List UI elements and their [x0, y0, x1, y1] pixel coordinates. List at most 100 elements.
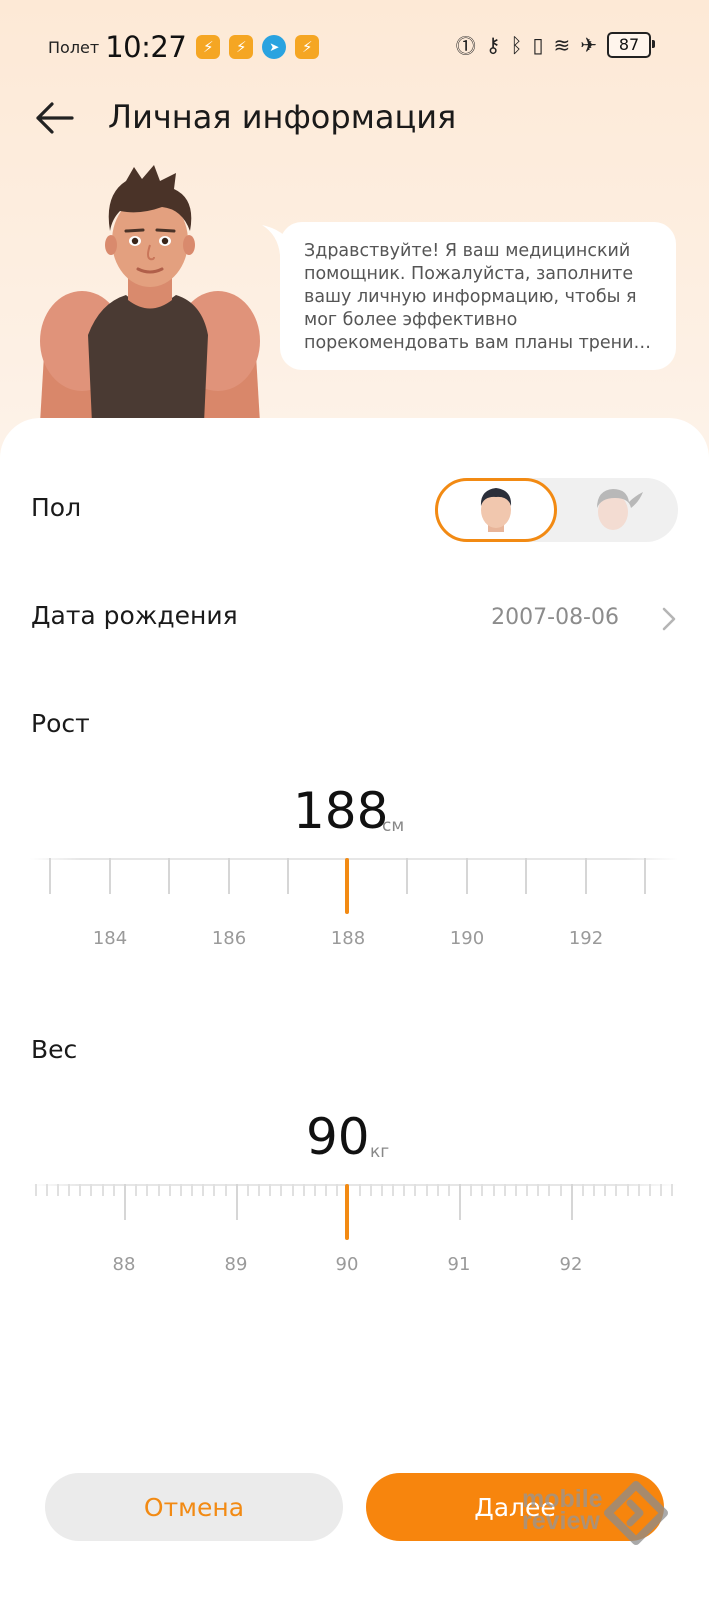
back-arrow-icon[interactable]: [32, 98, 78, 138]
ruler-minor-tick: [627, 1184, 629, 1196]
ruler-major-tick: [228, 858, 230, 894]
ruler-minor-tick: [537, 1184, 539, 1196]
height-tick-label: 190: [449, 928, 485, 949]
ruler-minor-tick: [90, 1184, 92, 1196]
weight-tick-label: 92: [559, 1254, 583, 1275]
ruler-minor-tick: [57, 1184, 59, 1196]
birth-date-value[interactable]: 2007-08-06: [491, 605, 619, 630]
birth-date-label: Дата рождения: [31, 601, 238, 630]
ruler-minor-tick: [135, 1184, 137, 1196]
ruler-minor-tick: [213, 1184, 215, 1196]
ruler-minor-tick: [336, 1184, 338, 1196]
ruler-minor-tick: [426, 1184, 428, 1196]
ruler-minor-tick: [470, 1184, 472, 1196]
battery-icon: 87: [607, 31, 655, 58]
height-indicator: [345, 858, 349, 914]
ruler-major-tick: [525, 858, 527, 894]
ruler-minor-tick: [370, 1184, 372, 1196]
height-tick-label: 188: [330, 928, 366, 949]
ruler-major-tick: [124, 1184, 126, 1220]
ruler-minor-tick: [504, 1184, 506, 1196]
ruler-minor-tick: [515, 1184, 517, 1196]
ruler-minor-tick: [560, 1184, 562, 1196]
ruler-major-tick: [585, 858, 587, 894]
ruler-baseline: [30, 1184, 678, 1186]
ruler-major-tick: [466, 858, 468, 894]
ruler-minor-tick: [359, 1184, 361, 1196]
ruler-major-tick: [168, 858, 170, 894]
run-app-icon: ⚡: [196, 35, 221, 59]
gender-option-male[interactable]: [435, 478, 557, 542]
watermark-line: review: [522, 1507, 600, 1535]
ruler-major-tick: [236, 1184, 238, 1220]
page-title: Личная информация: [108, 98, 457, 136]
form-card: [0, 418, 709, 1600]
gender-option-female[interactable]: [556, 478, 678, 542]
ruler-baseline: [30, 858, 678, 860]
airplane-mode-text: Полет: [48, 37, 100, 57]
ruler-minor-tick: [158, 1184, 160, 1196]
weight-unit: кг: [370, 1142, 390, 1162]
ruler-minor-tick: [247, 1184, 249, 1196]
status-time: 10:27: [105, 30, 187, 64]
status-bar: Полет 10:27 ⚡ ⚡ ➤ ⚡ ⓵ ⚷ ᛒ ▯ ≋ ✈ 87: [0, 0, 709, 88]
assistant-message-text: Здравствуйте! Я ваш медицинский помощник…: [304, 241, 651, 353]
assistant-message-bubble: Здравствуйте! Я ваш медицинский помощник…: [280, 222, 676, 370]
ruler-minor-tick: [526, 1184, 528, 1196]
ruler-minor-tick: [180, 1184, 182, 1196]
ruler-major-tick: [644, 858, 646, 894]
chevron-right-icon[interactable]: [660, 605, 678, 633]
ruler-minor-tick: [35, 1184, 37, 1196]
ruler-minor-tick: [671, 1184, 673, 1196]
ruler-minor-tick: [437, 1184, 439, 1196]
ruler-minor-tick: [79, 1184, 81, 1196]
ruler-minor-tick: [660, 1184, 662, 1196]
ruler-minor-tick: [292, 1184, 294, 1196]
ruler-minor-tick: [269, 1184, 271, 1196]
bluetooth-icon: ᛒ: [510, 32, 523, 57]
ruler-minor-tick: [113, 1184, 115, 1196]
ruler-major-tick: [287, 858, 289, 894]
ruler-minor-tick: [102, 1184, 104, 1196]
female-avatar-icon: [597, 489, 643, 530]
ruler-minor-tick: [649, 1184, 651, 1196]
ruler-minor-tick: [481, 1184, 483, 1196]
height-label: Рост: [31, 709, 90, 738]
sim-icon: ⓵: [455, 34, 476, 58]
ruler-minor-tick: [202, 1184, 204, 1196]
assistant-avatar: [40, 165, 260, 423]
weight-tick-label: 89: [224, 1254, 248, 1275]
weight-tick-label: 90: [335, 1254, 359, 1275]
weight-tick-label: 88: [112, 1254, 136, 1275]
watermark-text: mobile review: [522, 1487, 603, 1535]
telegram-icon: ➤: [262, 35, 287, 59]
run-app-icon: ⚡: [295, 35, 320, 59]
ruler-minor-tick: [414, 1184, 416, 1196]
ruler-minor-tick: [582, 1184, 584, 1196]
ruler-minor-tick: [169, 1184, 171, 1196]
height-tick-label: 192: [568, 928, 604, 949]
ruler-minor-tick: [604, 1184, 606, 1196]
wifi-icon: ≋: [553, 32, 571, 57]
ruler-major-tick: [571, 1184, 573, 1220]
weight-tick-label: 91: [447, 1254, 471, 1275]
ruler-minor-tick: [303, 1184, 305, 1196]
weight-indicator: [345, 1184, 349, 1240]
weight-value: 90: [306, 1108, 370, 1166]
gender-selector: [435, 478, 678, 542]
cancel-button[interactable]: Отмена: [45, 1473, 343, 1541]
key-icon: ⚷: [485, 32, 501, 57]
ruler-minor-tick: [191, 1184, 193, 1196]
vibrate-icon: ▯: [532, 32, 544, 57]
height-unit: см: [382, 816, 405, 836]
ruler-major-tick: [406, 858, 408, 894]
ruler-major-tick: [109, 858, 111, 894]
ruler-minor-tick: [381, 1184, 383, 1196]
top-app-bar: Личная информация: [0, 88, 709, 148]
gender-label: Пол: [31, 493, 82, 522]
height-ruler[interactable]: [30, 858, 678, 918]
weight-ruler[interactable]: [30, 1184, 678, 1244]
ruler-minor-tick: [548, 1184, 550, 1196]
ruler-minor-tick: [403, 1184, 405, 1196]
ruler-minor-tick: [448, 1184, 450, 1196]
